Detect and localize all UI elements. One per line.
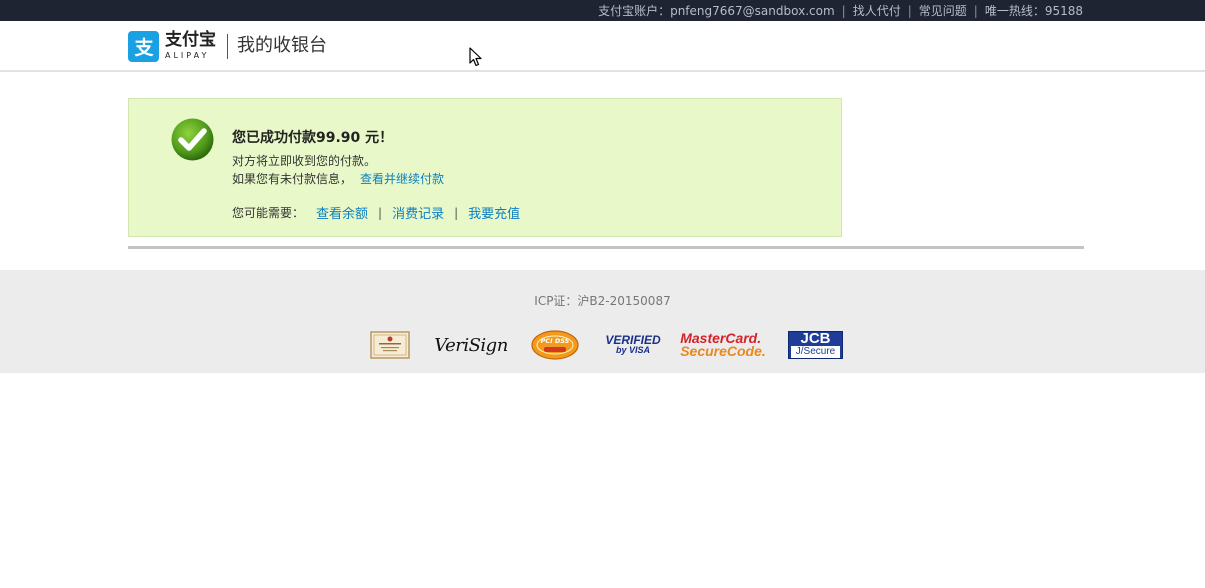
hotline-text: 唯一热线：95188 xyxy=(984,4,1083,18)
mouse-cursor-icon xyxy=(469,47,482,67)
top-up-link[interactable]: 我要充值 xyxy=(468,203,520,222)
account-label: 支付宝账户：pnfeng7667@sandbox.com xyxy=(598,4,835,18)
success-title: 您已成功付款99.90 元！ xyxy=(232,130,394,146)
certificate-badge-icon[interactable] xyxy=(370,330,410,360)
unpaid-info-text: 如果您有未付款信息， xyxy=(232,172,353,186)
verisign-badge[interactable]: VeriSign xyxy=(434,330,508,360)
mastercard-securecode-badge[interactable]: MasterCard. SecureCode. xyxy=(680,330,766,360)
top-bar-links: 支付宝账户：pnfeng7667@sandbox.com | 找人代付 | 常见… xyxy=(598,0,1083,21)
separator: | xyxy=(841,3,846,18)
proxy-pay-link[interactable]: 找人代付 xyxy=(853,2,901,19)
alipay-logo-icon[interactable]: 支 xyxy=(128,31,159,62)
jcb-box: JCB J/Secure xyxy=(788,331,843,359)
page-title: 我的收银台 xyxy=(237,35,327,56)
separator: | xyxy=(378,205,383,220)
mastercard-text: MasterCard. SecureCode. xyxy=(680,331,766,359)
success-message: 对方将立即收到您的付款。 xyxy=(232,154,377,168)
jcb-line2: J/Secure xyxy=(791,346,840,358)
suggestions-label: 您可能需要： xyxy=(232,206,305,220)
logo-cn: 支付宝 xyxy=(165,30,216,50)
pci-dss-badge-icon[interactable]: PCI DSS xyxy=(531,330,579,360)
visa-text: VERIFIED by VISA xyxy=(605,333,661,355)
logo-divider xyxy=(227,34,228,59)
faq-link[interactable]: 常见问题 xyxy=(919,2,967,19)
visa-line1: VERIFIED xyxy=(605,333,661,347)
logo-en: ALIPAY xyxy=(165,51,210,60)
jcb-line1: JCB xyxy=(800,330,831,347)
footer: ICP证：沪B2-20150087 VeriSign PCI DSS VERIF… xyxy=(0,270,1205,373)
view-and-continue-link[interactable]: 查看并继续付款 xyxy=(360,172,444,186)
spending-record-link[interactable]: 消费记录 xyxy=(392,203,444,222)
separator: | xyxy=(907,3,912,18)
verified-by-visa-badge[interactable]: VERIFIED by VISA xyxy=(605,330,661,360)
pci-text: PCI DSS xyxy=(541,337,570,345)
logo-text[interactable]: 支付宝 ALIPAY xyxy=(165,30,221,64)
payment-success-panel: 您已成功付款99.90 元！ 对方将立即收到您的付款。 如果您有未付款信息， 查看… xyxy=(128,98,842,237)
jcb-jsecure-badge[interactable]: JCB J/Secure xyxy=(788,330,843,360)
unpaid-info-line: 如果您有未付款信息， 查看并继续付款 xyxy=(232,170,444,187)
header: 支 支付宝 ALIPAY 我的收银台 xyxy=(0,21,1205,72)
top-bar: 支付宝账户：pnfeng7667@sandbox.com | 找人代付 | 常见… xyxy=(0,0,1205,21)
content-divider xyxy=(128,246,1084,249)
view-balance-link[interactable]: 查看余额 xyxy=(316,203,368,222)
suggestions-row: 您可能需要： 查看余额 | 消费记录 | 我要充值 xyxy=(232,203,520,223)
separator: | xyxy=(454,205,459,220)
svg-text:支: 支 xyxy=(133,37,154,59)
verisign-text: VeriSign xyxy=(434,334,508,356)
success-check-icon xyxy=(171,118,214,161)
icp-license: ICP证：沪B2-20150087 xyxy=(534,294,671,308)
mastercard-line2: SecureCode. xyxy=(680,343,766,359)
separator: | xyxy=(973,3,978,18)
